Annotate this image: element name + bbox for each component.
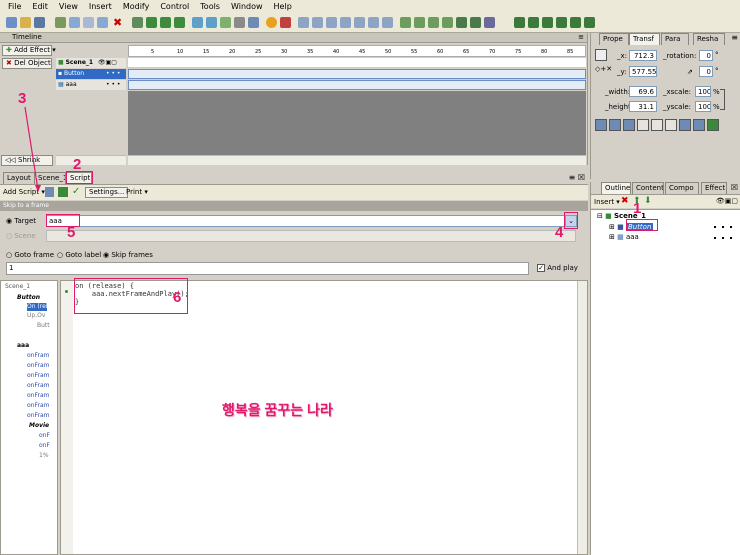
marker-6: 6 [173, 289, 182, 306]
marker-3: 3 [18, 90, 27, 107]
highlight-dropdown [564, 212, 578, 229]
marker-4: 4 [555, 224, 564, 241]
marker-1: 1 [633, 200, 642, 217]
highlight-code [74, 278, 188, 314]
annotation-arrow [24, 106, 39, 191]
marker-2: 2 [73, 156, 82, 173]
arrow-head-icon [35, 185, 41, 192]
highlight-button-item [626, 219, 658, 231]
marker-5: 5 [67, 224, 76, 241]
